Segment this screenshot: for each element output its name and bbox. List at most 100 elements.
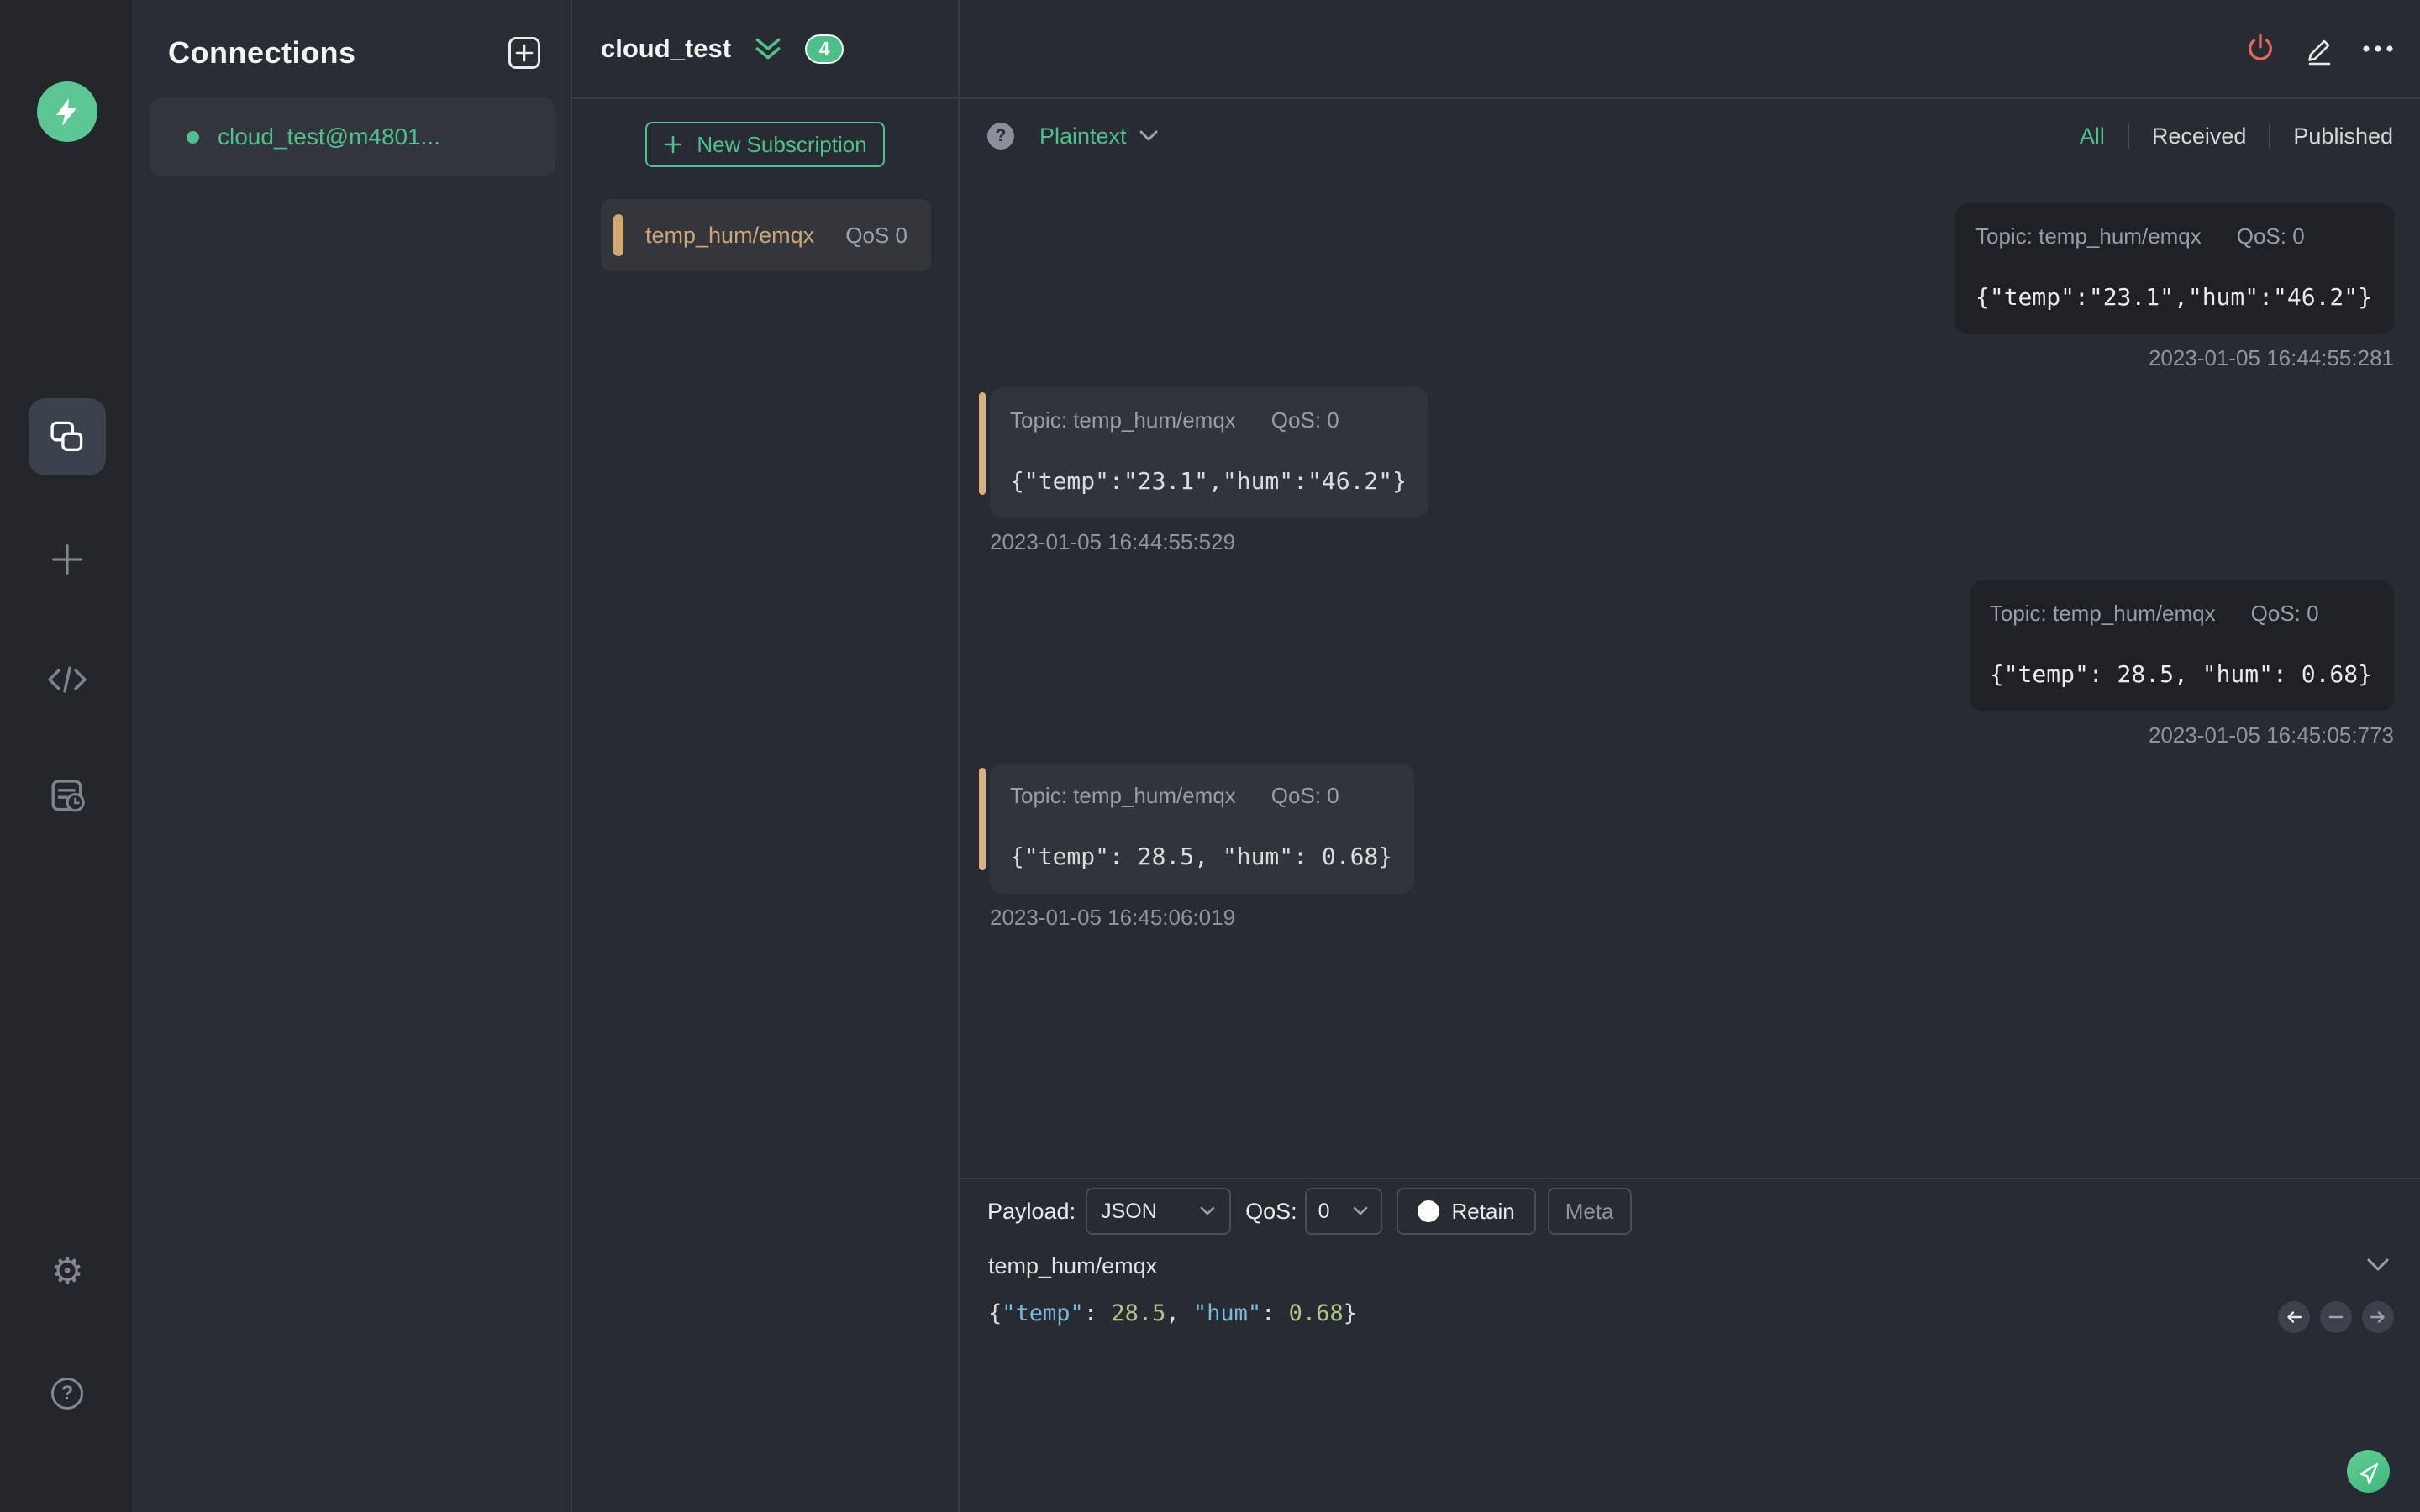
payload-format-select[interactable]: JSON xyxy=(1086,1188,1232,1235)
message-qos: QoS: 0 xyxy=(1270,783,1339,808)
message-received: Topic: temp_hum/emqx QoS: 0 {"temp":"23.1… xyxy=(979,387,1429,555)
payload-token: : xyxy=(1083,1300,1112,1326)
subscriptions-panel: cloud_test 4 New Subscription temp_hum/e… xyxy=(572,0,960,1512)
arrow-right-icon xyxy=(2370,1311,2385,1323)
nav-new-connection-button[interactable] xyxy=(0,539,134,580)
log-history-icon xyxy=(51,780,85,812)
message-accent-bar xyxy=(979,392,986,495)
payload-format-help-icon[interactable]: ? xyxy=(987,123,1014,150)
question-circle-icon: ? xyxy=(51,1378,83,1410)
message-topic: Topic: temp_hum/emqx xyxy=(1975,223,2202,249)
payload-token: { xyxy=(988,1300,1002,1326)
icon-rail: ⚙ ? xyxy=(0,0,134,1512)
prev-message-button[interactable] xyxy=(2278,1301,2310,1333)
qos-select[interactable]: 0 xyxy=(1304,1188,1382,1235)
payload-token: 0.68 xyxy=(1288,1300,1344,1326)
filter-received[interactable]: Received xyxy=(2152,123,2247,150)
chevron-down-icon xyxy=(1200,1206,1215,1215)
message-list: Topic: temp_hum/emqx QoS: 0 {"temp":"23.1… xyxy=(960,173,2420,1178)
chevron-down-icon xyxy=(1353,1206,1367,1215)
add-connection-button[interactable] xyxy=(508,37,540,69)
message-topic: Topic: temp_hum/emqx xyxy=(1010,407,1236,433)
nav-connections-button[interactable] xyxy=(29,398,106,475)
message-bubble: Topic: temp_hum/emqx QoS: 0 {"temp":"23.1… xyxy=(1954,203,2394,334)
message-bubble: Topic: temp_hum/emqx QoS: 0 {"temp":"23.1… xyxy=(990,387,1429,518)
filter-published[interactable]: Published xyxy=(2293,123,2393,150)
double-chevron-down-icon[interactable] xyxy=(753,35,783,62)
next-message-button[interactable] xyxy=(2362,1301,2394,1333)
paper-plane-icon xyxy=(2360,1462,2378,1484)
clear-message-button[interactable] xyxy=(2320,1301,2352,1333)
message-payload: {"temp": 28.5, "hum": 0.68} xyxy=(1010,843,1393,870)
connection-title-bar: cloud_test 4 xyxy=(572,0,958,99)
connections-header: Connections xyxy=(134,0,571,71)
message-published: Topic: temp_hum/emqx QoS: 0 {"temp":"23.1… xyxy=(1954,203,2394,371)
publish-panel: Payload: JSON QoS: 0 Retain Meta temp_hu… xyxy=(960,1178,2420,1512)
subscription-qos: QoS 0 xyxy=(845,222,908,248)
payload-token: 28.5 xyxy=(1111,1300,1166,1326)
nav-script-button[interactable] xyxy=(0,660,134,699)
collapse-editor-button[interactable] xyxy=(2361,1250,2395,1280)
edit-connection-button[interactable] xyxy=(2302,32,2336,66)
message-qos: QoS: 0 xyxy=(1270,407,1339,433)
qos-value: 0 xyxy=(1318,1199,1330,1223)
payload-format-label: Payload: xyxy=(987,1198,1076,1224)
filter-all[interactable]: All xyxy=(2080,123,2105,150)
help-button[interactable]: ? xyxy=(0,1378,134,1410)
message-accent-bar xyxy=(979,768,986,870)
message-received: Topic: temp_hum/emqx QoS: 0 {"temp": 28.5… xyxy=(979,763,1415,931)
send-message-button[interactable] xyxy=(2347,1450,2390,1493)
more-options-button[interactable] xyxy=(2361,32,2395,66)
message-format-value: Plaintext xyxy=(1039,123,1127,149)
publish-payload-editor[interactable]: {"temp": 28.5, "hum": 0.68} xyxy=(988,1299,1357,1329)
connection-status-dot xyxy=(187,130,199,144)
mqttx-app-window: ⚙ ? Connections cloud_test@m4801... clou… xyxy=(0,0,2420,1512)
payload-token: } xyxy=(1343,1300,1357,1326)
subscription-topic: temp_hum/emqx xyxy=(645,222,815,248)
new-subscription-button[interactable]: New Subscription xyxy=(645,122,885,167)
disconnect-button[interactable] xyxy=(2244,32,2277,66)
message-qos: QoS: 0 xyxy=(2236,223,2305,249)
publish-topic-input[interactable] xyxy=(988,1253,1996,1279)
gear-icon: ⚙ xyxy=(50,1250,84,1293)
message-published: Topic: temp_hum/emqx QoS: 0 {"temp": 28.5… xyxy=(1969,580,2394,748)
connection-list-item[interactable]: cloud_test@m4801... xyxy=(150,97,555,176)
message-format-select[interactable]: Plaintext xyxy=(1039,123,1159,150)
message-payload: {"temp":"23.1","hum":"46.2"} xyxy=(1010,467,1407,495)
retain-toggle[interactable]: Retain xyxy=(1396,1188,1536,1235)
connection-actions-bar xyxy=(960,0,2420,99)
connections-panel: Connections cloud_test@m4801... xyxy=(134,0,572,1512)
power-icon xyxy=(2249,34,2272,60)
plus-icon xyxy=(665,135,682,154)
connections-overlap-icon xyxy=(50,421,83,451)
plus-square-icon xyxy=(515,44,534,62)
meta-button[interactable]: Meta xyxy=(1547,1188,1632,1235)
code-icon xyxy=(48,666,87,693)
retain-radio-icon xyxy=(1417,1200,1439,1222)
payload-token: : xyxy=(1261,1300,1289,1326)
message-filters: All Received Published xyxy=(2080,123,2393,150)
message-topic: Topic: temp_hum/emqx xyxy=(1010,783,1236,808)
message-panel: ? Plaintext All Received Published Topic… xyxy=(960,0,2420,1512)
minus-icon xyxy=(2328,1315,2344,1319)
message-timestamp: 2023-01-05 16:44:55:529 xyxy=(990,529,1236,554)
message-topic: Topic: temp_hum/emqx xyxy=(1989,601,2216,626)
payload-token: , xyxy=(1165,1300,1193,1326)
subscription-color-bar xyxy=(613,214,623,256)
connection-name: cloud_test@m4801... xyxy=(218,123,441,150)
message-payload: {"temp": 28.5, "hum": 0.68} xyxy=(1989,660,2372,688)
plus-icon xyxy=(52,544,82,575)
connections-title: Connections xyxy=(168,35,356,70)
settings-button[interactable]: ⚙ xyxy=(0,1253,134,1290)
nav-log-button[interactable] xyxy=(0,776,134,816)
message-bubble: Topic: temp_hum/emqx QoS: 0 {"temp": 28.5… xyxy=(1969,580,2394,711)
message-nav-controls xyxy=(2278,1301,2394,1333)
qos-label: QoS: xyxy=(1245,1198,1297,1224)
mqttx-logo-icon xyxy=(37,81,97,142)
messages-toolbar: ? Plaintext All Received Published xyxy=(960,99,2420,173)
message-timestamp: 2023-01-05 16:45:06:019 xyxy=(990,905,1236,930)
subscription-item[interactable]: temp_hum/emqx QoS 0 xyxy=(601,199,931,271)
filter-separator xyxy=(2127,123,2129,149)
pencil-icon xyxy=(2308,39,2331,66)
payload-format-value: JSON xyxy=(1101,1199,1157,1223)
